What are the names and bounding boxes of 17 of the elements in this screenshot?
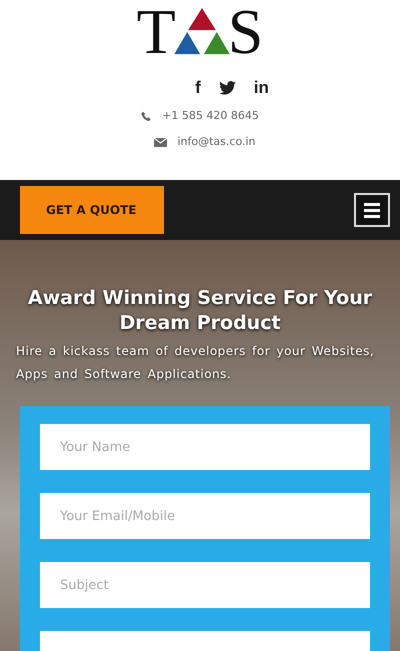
facebook-link[interactable]: f (195, 78, 201, 98)
hero-title: Award Winning Service For Your Dream Product (26, 286, 374, 336)
logo-letter: S (228, 4, 264, 60)
input-field[interactable]: Your Name (40, 424, 370, 470)
logo-letter: T (136, 4, 176, 60)
input-field[interactable]: Your Email/Mobile (40, 493, 370, 539)
hero-subtitle: Hire a kickass team of developers for your Websites, Apps and Software Applications. (15, 343, 376, 383)
phone-icon (141, 110, 152, 122)
bird-icon[interactable] (218, 81, 236, 95)
input-field[interactable]: Subject (40, 562, 370, 608)
menu-icon[interactable] (354, 193, 390, 227)
phone-number: +1 585 420 8645 (162, 108, 259, 124)
linkedin-link[interactable]: in (254, 78, 269, 98)
email-address: info@tas.co.in (177, 134, 256, 150)
triangle-logo-icon (174, 8, 230, 56)
get-quote-button[interactable]: GET A QUOTE (20, 186, 164, 234)
envelope-icon (154, 138, 168, 146)
